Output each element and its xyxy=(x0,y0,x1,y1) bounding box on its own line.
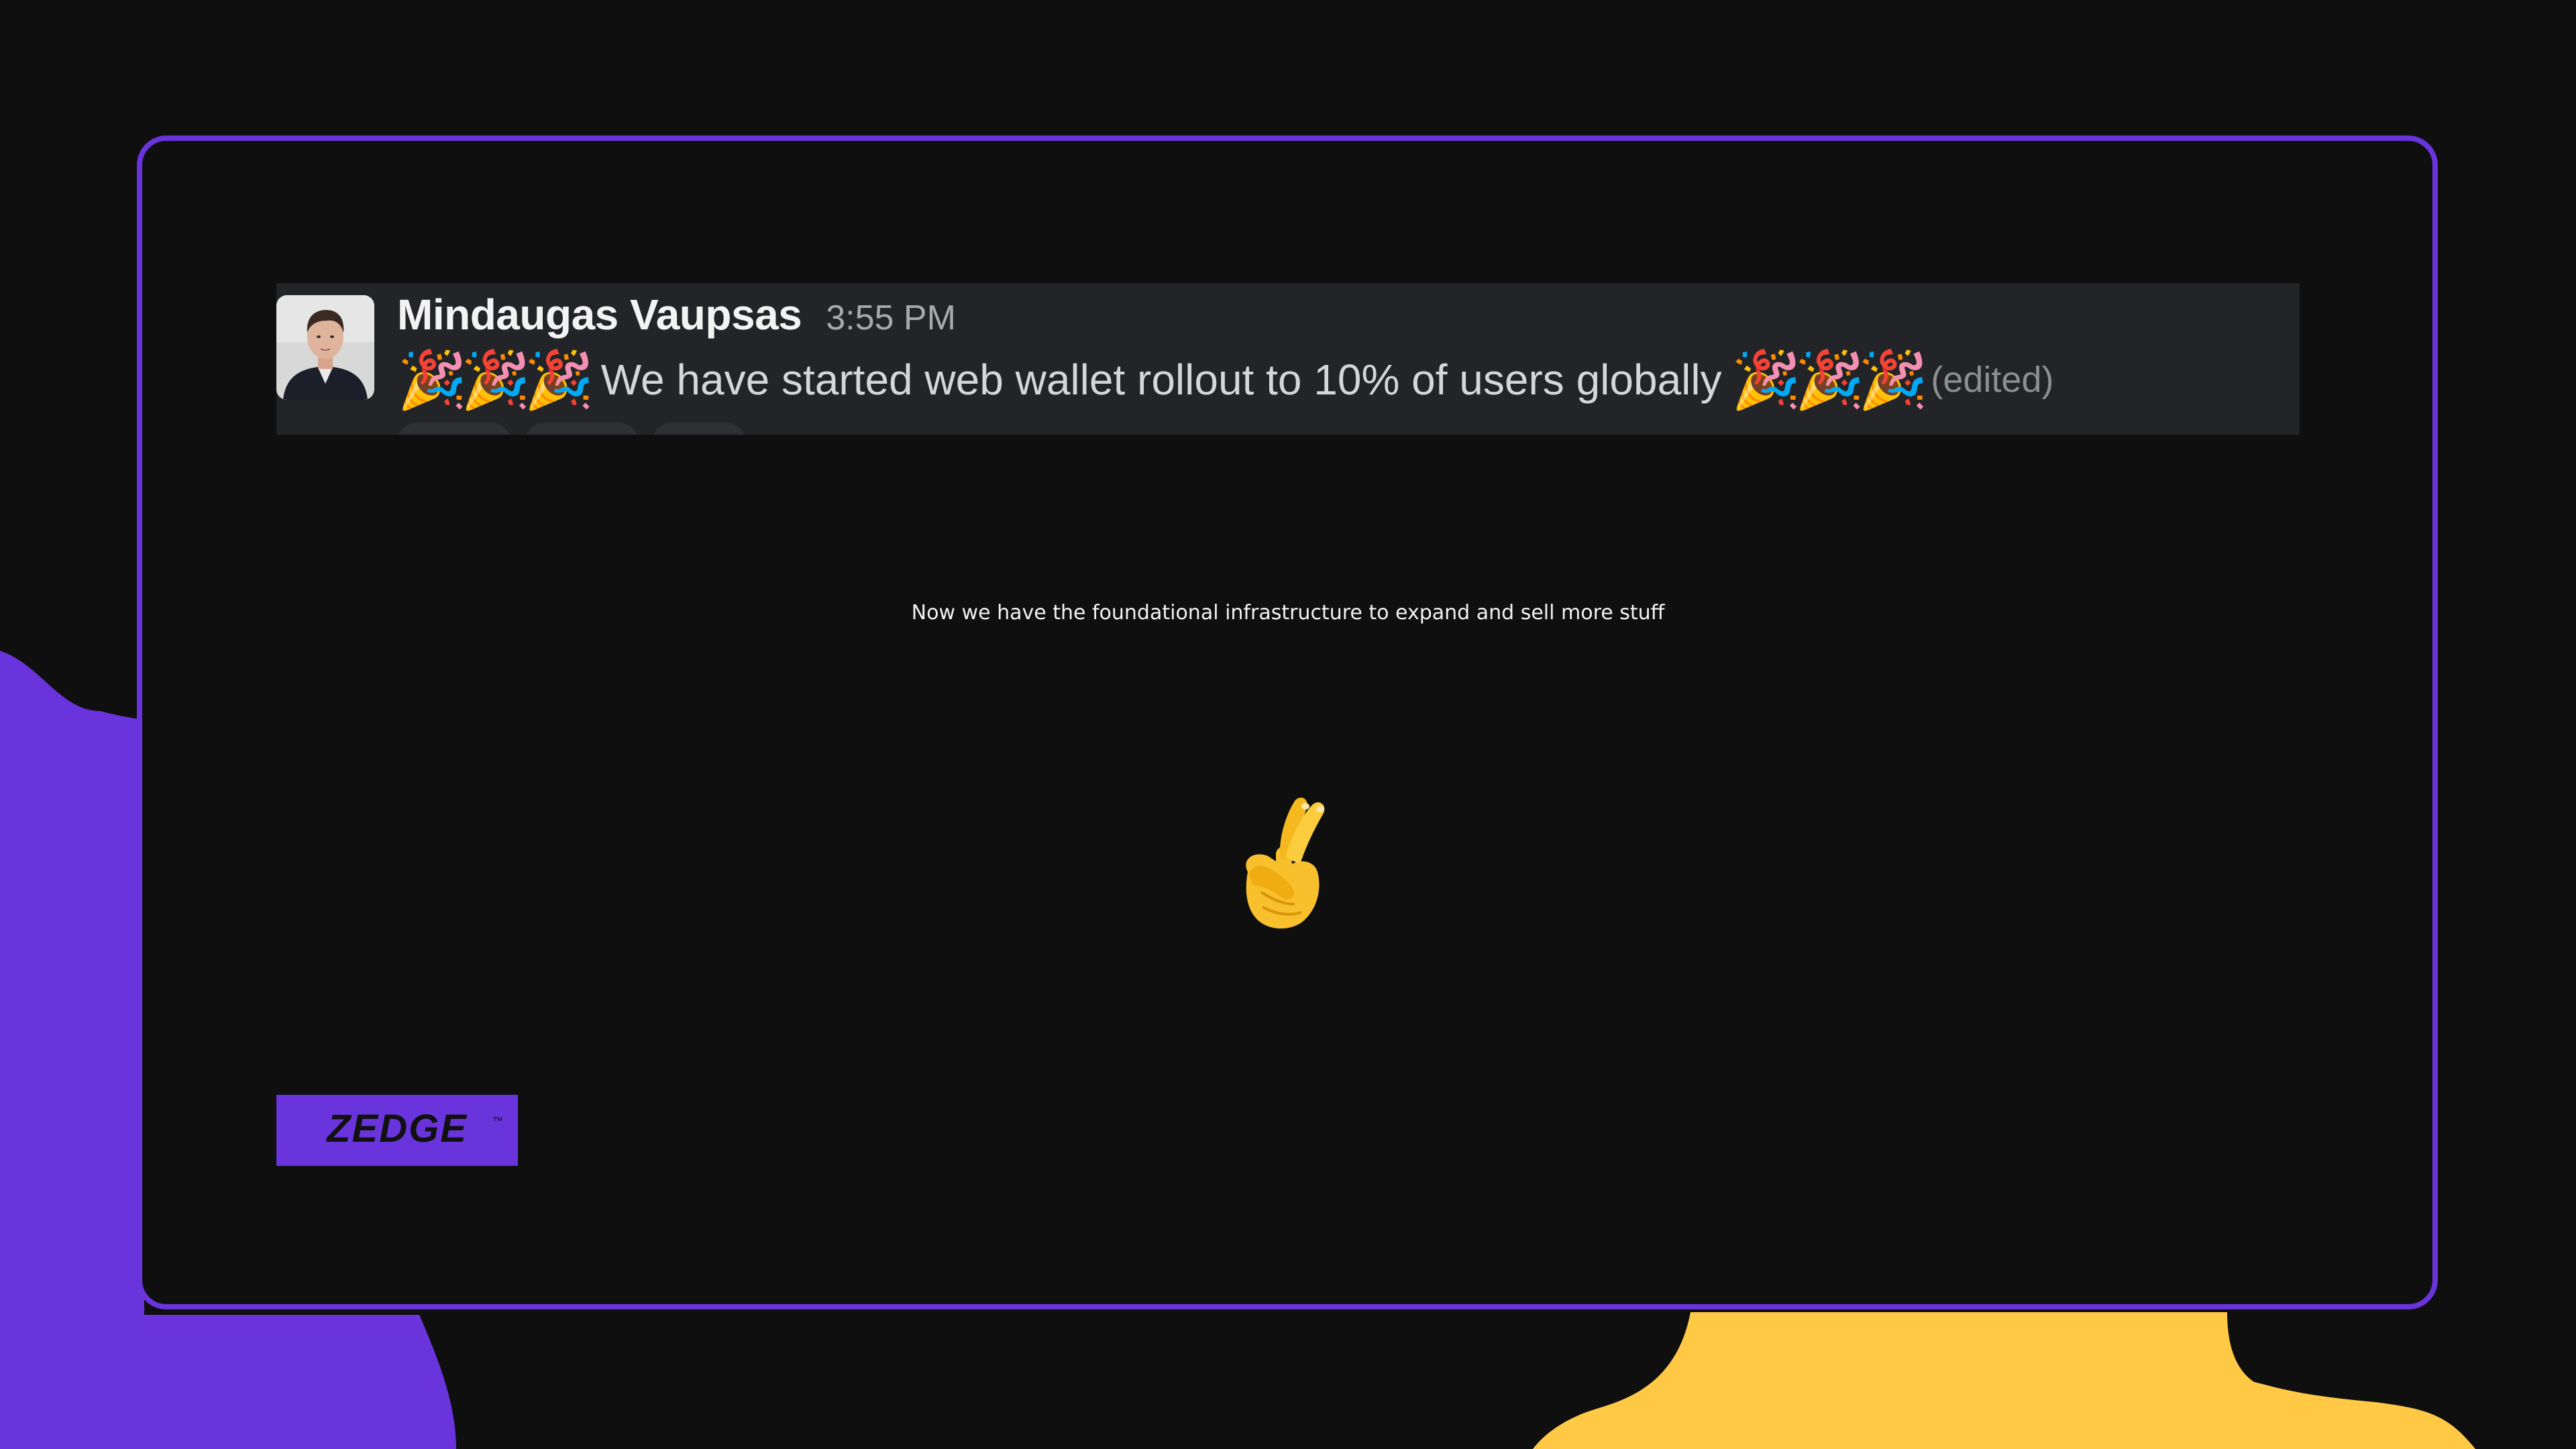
slide-caption: Now we have the foundational infrastruct… xyxy=(911,601,1665,625)
message-body: 🎉🎉🎉 We have started web wallet rollout t… xyxy=(397,352,2053,408)
crossed-fingers-icon xyxy=(1221,792,1355,932)
party-popper-icon: 🎉🎉🎉 xyxy=(397,348,594,411)
message-timestamp[interactable]: 3:55 PM xyxy=(826,298,956,338)
logo-trademark: ™ xyxy=(492,1116,503,1127)
avatar[interactable] xyxy=(276,295,374,400)
message-text: We have started web wallet rollout to 10… xyxy=(600,356,1722,404)
reaction-pill[interactable] xyxy=(652,423,746,435)
edited-label: (edited) xyxy=(1931,360,2054,400)
chat-message: Mindaugas Vaupsas 3:55 PM 🎉🎉🎉 We have st… xyxy=(276,283,2300,435)
author-name[interactable]: Mindaugas Vaupsas xyxy=(397,290,802,339)
logo-wordmark: ZEDGE xyxy=(325,1107,468,1150)
reaction-pill[interactable] xyxy=(397,423,511,435)
yellow-blob-shape xyxy=(1533,1312,2475,1449)
zedge-logo: ZEDGE ™ xyxy=(276,1095,518,1166)
reactions-row xyxy=(397,423,746,435)
message-header: Mindaugas Vaupsas 3:55 PM xyxy=(397,290,956,339)
party-popper-icon: 🎉🎉🎉 xyxy=(1731,348,1929,411)
reaction-pill[interactable] xyxy=(525,423,639,435)
slide: Mindaugas Vaupsas 3:55 PM 🎉🎉🎉 We have st… xyxy=(0,0,2576,1449)
